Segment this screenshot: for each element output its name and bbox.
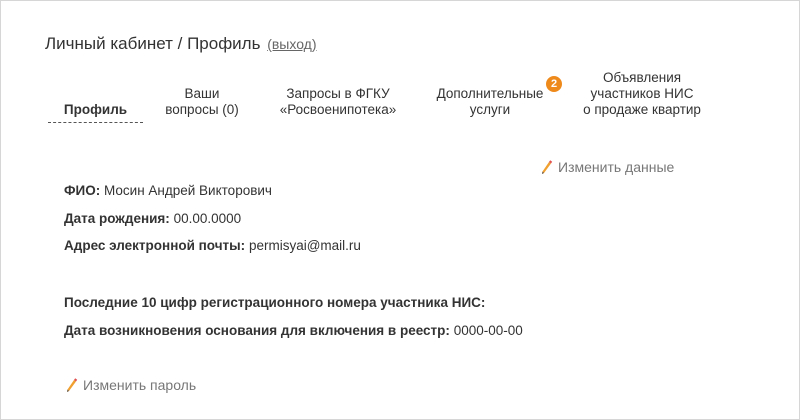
fio-row: ФИО: Мосин Андрей Викторович	[64, 183, 272, 198]
birth-date-row: Дата рождения: 00.00.0000	[64, 211, 241, 226]
pencil-icon	[542, 160, 553, 174]
fio-value: Мосин Андрей Викторович	[104, 183, 272, 198]
fio-label: ФИО:	[64, 183, 101, 198]
tab-questions-line2: вопросы (0)	[165, 102, 239, 117]
tab-apartment-ads-line2: участников НИС	[590, 86, 694, 101]
logout-link[interactable]: (выход)	[267, 36, 316, 52]
tab-additional-services-line1: Дополнительные	[436, 86, 544, 101]
tab-requests[interactable]: Запросы в ФГКУ «Росвоенипотека»	[268, 86, 408, 118]
email-value: permisyai@mail.ru	[248, 238, 361, 253]
active-tab-indicator	[48, 122, 143, 123]
page-title-text: Личный кабинет / Профиль	[45, 34, 261, 53]
birth-date-value: 00.00.0000	[173, 211, 242, 226]
notification-badge: 2	[546, 76, 562, 92]
registration-number-row: Последние 10 цифр регистрационного номер…	[64, 295, 485, 310]
page-title: Личный кабинет / Профиль (выход)	[45, 34, 317, 54]
registration-number-label: Последние 10 цифр регистрационного номер…	[64, 295, 486, 310]
edit-data-label: Изменить данные	[558, 159, 675, 175]
tab-profile-label: Профиль	[63, 102, 128, 117]
tab-additional-services-line2: услуги	[469, 102, 511, 117]
tab-additional-services[interactable]: Дополнительные услуги	[425, 86, 555, 118]
profile-panel	[0, 0, 800, 420]
tab-apartment-ads[interactable]: Объявления участников НИС о продаже квар…	[572, 70, 712, 118]
tab-requests-line2: «Росвоенипотека»	[279, 102, 397, 117]
registry-date-row: Дата возникновения основания для включен…	[64, 323, 523, 338]
edit-data-link[interactable]: Изменить данные	[540, 159, 674, 175]
registry-date-value: 0000-00-00	[453, 323, 523, 338]
tab-questions[interactable]: Ваши вопросы (0)	[152, 86, 252, 118]
tab-questions-line1: Ваши	[184, 86, 220, 101]
tab-apartment-ads-line3: о продаже квартир	[583, 102, 701, 117]
email-row: Адрес электронной почты: permisyai@mail.…	[64, 238, 361, 253]
tab-requests-line1: Запросы в ФГКУ	[286, 86, 390, 101]
change-password-link[interactable]: Изменить пароль	[65, 377, 196, 393]
pencil-icon	[67, 378, 78, 392]
tab-apartment-ads-line1: Объявления	[602, 70, 682, 85]
tab-profile[interactable]: Профиль	[48, 102, 143, 118]
registry-date-label: Дата возникновения основания для включен…	[64, 323, 450, 338]
email-label: Адрес электронной почты:	[64, 238, 246, 253]
birth-date-label: Дата рождения:	[64, 211, 170, 226]
change-password-label: Изменить пароль	[83, 377, 197, 393]
